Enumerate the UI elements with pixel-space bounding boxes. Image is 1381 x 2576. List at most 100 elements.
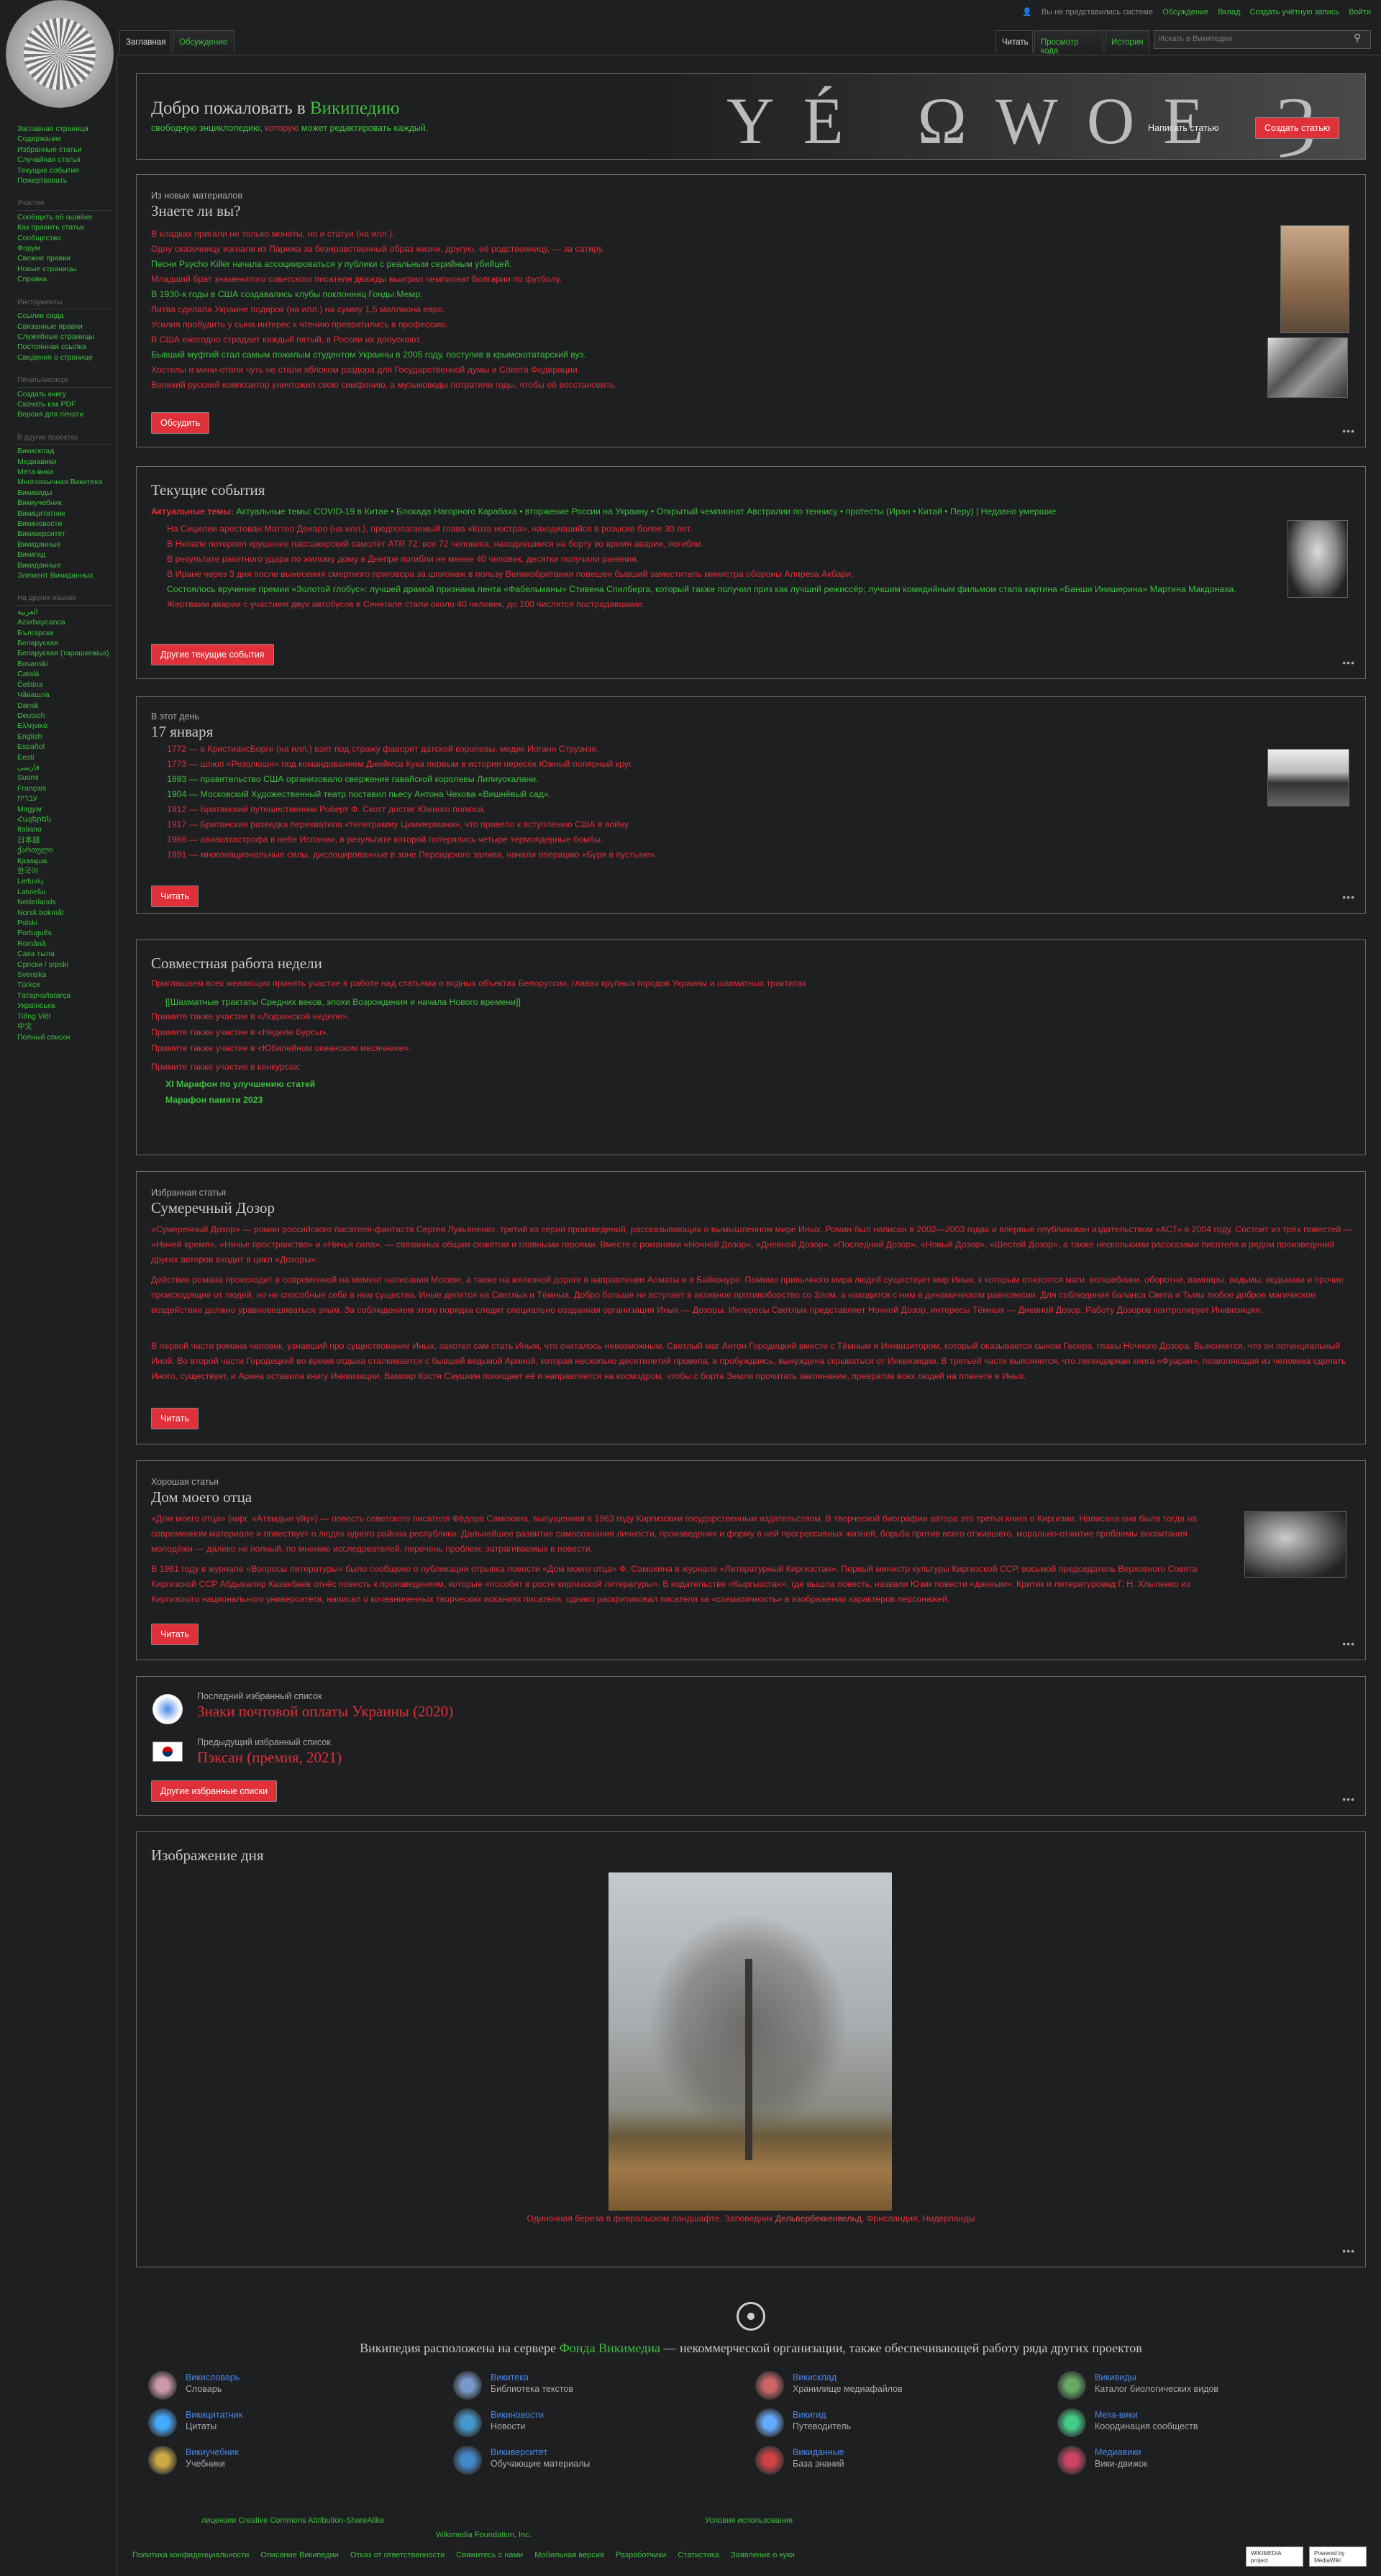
sidebar-print-item[interactable]: Создать книгу — [17, 389, 112, 399]
project-name[interactable]: Медиавики — [1095, 2447, 1141, 2457]
project-item[interactable]: Викиновости Новости — [453, 2406, 755, 2441]
language-link[interactable]: Українська — [17, 1001, 112, 1011]
footer-link[interactable]: Свяжитесь с нами — [456, 2551, 523, 2559]
bursa-week-link[interactable]: Примите также участие в «Неделе Бурсы». — [151, 1025, 329, 1040]
tab-history[interactable]: История — [1105, 30, 1149, 53]
list1-title-link[interactable]: Знаки почтовой оплаты Украины (2020) — [197, 1703, 453, 1721]
read-button[interactable]: Читать — [151, 886, 199, 907]
read-featured-button[interactable]: Читать — [151, 1408, 199, 1429]
project-item[interactable]: Викигид Путеводитель — [755, 2406, 1057, 2441]
language-link[interactable]: Français — [17, 783, 112, 793]
foundation-link[interactable]: Фонда Викимедиа — [560, 2341, 660, 2355]
language-link[interactable]: Català — [17, 669, 112, 679]
sidebar-projects-item[interactable]: Многоязычная Викитека — [17, 477, 112, 487]
memory-marathon-link[interactable]: Марафон памяти 2023 — [165, 1093, 263, 1108]
language-link[interactable]: ქართული — [17, 845, 112, 855]
language-link[interactable]: Беларуская (тарашкевіца) — [17, 648, 112, 658]
project-name[interactable]: Викицитатник — [186, 2410, 242, 2420]
language-link[interactable]: Svenska — [17, 970, 112, 980]
wikipedia-logo[interactable] — [6, 0, 114, 108]
sidebar-projects-item[interactable]: Викицитатник — [17, 509, 112, 519]
project-name[interactable]: Викиверситет — [491, 2447, 547, 2457]
gift-photo[interactable] — [1267, 337, 1348, 398]
lodz-week-link[interactable]: Примите также участие в «Лодзинской неде… — [151, 1009, 350, 1024]
language-link[interactable]: Suomi — [17, 773, 112, 783]
reserve-link[interactable]: Дельвербеккенвельд — [775, 2213, 862, 2224]
sidebar-nav-item[interactable]: Текущие события — [17, 165, 112, 176]
project-item[interactable]: Викиданные База знаний — [755, 2443, 1057, 2479]
footer-link[interactable]: Заявление о куки — [731, 2551, 795, 2559]
sidebar-print-item[interactable]: Скачать как PDF — [17, 399, 112, 409]
palace-photo[interactable] — [1267, 749, 1349, 806]
sidebar-nav-item[interactable]: Пожертвовать — [17, 176, 112, 186]
footer-link[interactable]: Статистика — [678, 2551, 719, 2559]
sidebar-participation-item[interactable]: Свежие правки — [17, 253, 112, 263]
login-link[interactable]: Войти — [1349, 8, 1371, 17]
search-input[interactable]: Искать в Википедии — [1154, 30, 1371, 49]
language-link[interactable]: Polski — [17, 918, 112, 928]
birch-photo[interactable] — [609, 1872, 892, 2211]
create-article-button[interactable]: Создать статью — [1255, 117, 1340, 139]
sidebar-nav-item[interactable]: Заглавная страница — [17, 124, 112, 134]
sidebar-projects-item[interactable]: Викиучебник — [17, 498, 112, 508]
language-link[interactable]: Italiano — [17, 824, 112, 834]
language-link[interactable]: Қазақша — [17, 856, 112, 866]
language-link[interactable]: Беларуская — [17, 638, 112, 648]
license-link[interactable]: лицензии Creative Commons Attribution-Sh… — [201, 2516, 384, 2525]
language-link[interactable]: 한국어 — [17, 866, 112, 876]
sidebar-nav-item[interactable]: Избранные статьи — [17, 145, 112, 155]
talk-link[interactable]: Обсуждение — [1162, 8, 1208, 17]
more-lists-button[interactable]: Другие избранные списки — [151, 1780, 278, 1802]
language-link[interactable]: Türkçe — [17, 980, 112, 990]
more-options-icon[interactable]: ••• — [1342, 2245, 1355, 2257]
language-link[interactable]: Bosanski — [17, 659, 112, 669]
language-link[interactable]: Norsk bokmål — [17, 908, 112, 918]
language-link[interactable]: Čeština — [17, 680, 112, 690]
language-link[interactable]: Español — [17, 742, 112, 752]
sidebar-participation-item[interactable]: Новые страницы — [17, 264, 112, 274]
create-account-link[interactable]: Создать учётную запись — [1250, 8, 1340, 17]
list2-title-link[interactable]: Пэксан (премия, 2021) — [197, 1749, 342, 1767]
project-name[interactable]: Викитека — [491, 2372, 529, 2382]
sidebar-participation-item[interactable]: Как править статьи — [17, 222, 112, 232]
language-link[interactable]: Ελληνικά — [17, 721, 112, 731]
project-item[interactable]: Викисклад Хранилище медиафайлов — [755, 2368, 1057, 2404]
language-link[interactable]: Lietuvių — [17, 876, 112, 886]
project-item[interactable]: Викиверситет Обучающие материалы — [453, 2443, 755, 2479]
language-link[interactable]: 日本語 — [17, 835, 112, 845]
footer-link[interactable]: Отказ от ответственности — [350, 2551, 445, 2559]
footer-link[interactable]: Описание Википедии — [260, 2551, 339, 2559]
project-item[interactable]: Викивиды Каталог биологических видов — [1057, 2368, 1359, 2404]
language-link[interactable]: Српски / srpski — [17, 960, 112, 970]
sidebar-projects-item[interactable]: Мета-вики — [17, 467, 112, 477]
sidebar-nav-item[interactable]: Случайная статья — [17, 155, 112, 165]
more-options-icon[interactable]: ••• — [1342, 425, 1355, 437]
discuss-button[interactable]: Обсудить — [151, 412, 210, 434]
tab-view-source[interactable]: Просмотр кода — [1034, 30, 1103, 55]
language-link[interactable]: English — [17, 732, 112, 742]
language-link[interactable]: Татарча/tatarça — [17, 991, 112, 1001]
language-link[interactable]: 中文 — [17, 1021, 112, 1032]
sidebar-tools-item[interactable]: Сведения о странице — [17, 352, 112, 363]
sidebar-tools-item[interactable]: Связанные правки — [17, 322, 112, 332]
read-good-button[interactable]: Читать — [151, 1624, 199, 1645]
project-name[interactable]: Викиновости — [491, 2410, 544, 2420]
sidebar-participation-item[interactable]: Сообщество — [17, 233, 112, 243]
sidebar-tools-item[interactable]: Постоянная ссылка — [17, 342, 112, 352]
sidebar-participation-item[interactable]: Справка — [17, 274, 112, 284]
project-name[interactable]: Викигид — [793, 2410, 826, 2420]
write-article-button[interactable]: Написать статью — [1148, 123, 1219, 133]
sidebar-projects-item[interactable]: Викиверситет — [17, 529, 112, 539]
sidebar-projects-item[interactable]: Викивиды — [17, 488, 112, 498]
more-options-icon[interactable]: ••• — [1342, 657, 1355, 668]
terms-link[interactable]: Условия использования — [705, 2516, 793, 2525]
wikipedia-link[interactable]: Википедию — [310, 99, 400, 118]
language-link[interactable]: Latviešu — [17, 887, 112, 897]
sidebar-participation-item[interactable]: Сообщить об ошибке — [17, 212, 112, 222]
search-icon[interactable]: ⚲ — [1354, 32, 1361, 44]
more-options-icon[interactable]: ••• — [1342, 1793, 1355, 1805]
sidebar-tools-item[interactable]: Ссылки сюда — [17, 311, 112, 321]
sidebar-print-item[interactable]: Версия для печати — [17, 409, 112, 419]
project-name[interactable]: Викиучебник — [186, 2447, 239, 2457]
project-item[interactable]: Мета-вики Координация сообществ — [1057, 2406, 1359, 2441]
